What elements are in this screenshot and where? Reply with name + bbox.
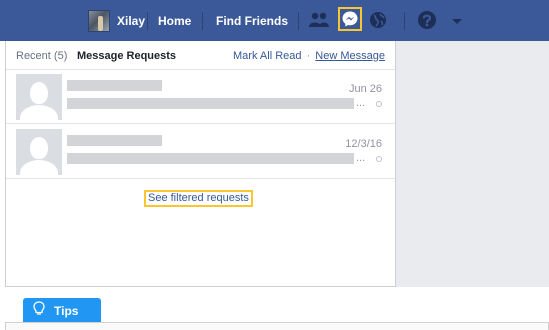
- messages-dropdown: Recent (5) Message Requests Mark All Rea…: [5, 41, 396, 287]
- help-icon[interactable]: [415, 8, 439, 32]
- profile-link[interactable]: Xilay: [88, 9, 146, 32]
- dropdown-header: Recent (5) Message Requests Mark All Rea…: [6, 41, 395, 70]
- nav-divider: [202, 12, 203, 30]
- friends-icon[interactable]: [307, 8, 331, 32]
- avatar: [16, 129, 62, 175]
- nav-divider: [147, 12, 148, 30]
- redacted-message-snippet: [67, 153, 354, 164]
- tab-message-requests[interactable]: Message Requests: [77, 50, 176, 62]
- page-background-panel: [396, 41, 549, 287]
- nav-divider: [298, 12, 299, 30]
- settings-icon[interactable]: [376, 156, 382, 162]
- redacted-sender-name: [67, 135, 162, 146]
- tab-recent[interactable]: Recent (5): [16, 50, 67, 62]
- list-item[interactable]: Jun 26 ...: [6, 70, 395, 124]
- ellipsis: ...: [356, 97, 366, 109]
- lightbulb-icon: [33, 300, 45, 321]
- tips-panel: [5, 322, 549, 330]
- tips-tab[interactable]: Tips: [23, 298, 101, 323]
- message-date: 12/3/16: [345, 138, 382, 150]
- redacted-sender-name: [67, 80, 162, 91]
- new-message-link[interactable]: New Message: [315, 50, 385, 62]
- globe-icon[interactable]: [366, 8, 390, 32]
- chevron-down-icon[interactable]: [452, 19, 462, 24]
- home-link[interactable]: Home: [158, 14, 191, 28]
- top-nav-bar: Xilay Home Find Friends: [0, 0, 549, 41]
- find-friends-link[interactable]: Find Friends: [216, 14, 288, 28]
- header-actions: Mark All Read · New Message: [233, 50, 385, 62]
- redacted-message-snippet: [67, 98, 354, 109]
- message-date: Jun 26: [348, 83, 382, 95]
- list-item[interactable]: 12/3/16 ...: [6, 125, 395, 179]
- nav-divider: [404, 12, 405, 30]
- mark-all-read-link[interactable]: Mark All Read: [233, 50, 301, 62]
- avatar: [88, 9, 110, 32]
- settings-icon[interactable]: [376, 101, 382, 107]
- ellipsis: ...: [356, 152, 366, 164]
- messenger-icon[interactable]: [338, 7, 362, 31]
- see-filtered-requests-link[interactable]: See filtered requests: [144, 190, 253, 207]
- screen: Xilay Home Find Friends Recent (5) Messa…: [0, 0, 549, 330]
- avatar: [16, 74, 62, 120]
- action-separator: ·: [306, 50, 311, 62]
- tips-label: Tips: [54, 303, 79, 318]
- user-name: Xilay: [117, 13, 146, 28]
